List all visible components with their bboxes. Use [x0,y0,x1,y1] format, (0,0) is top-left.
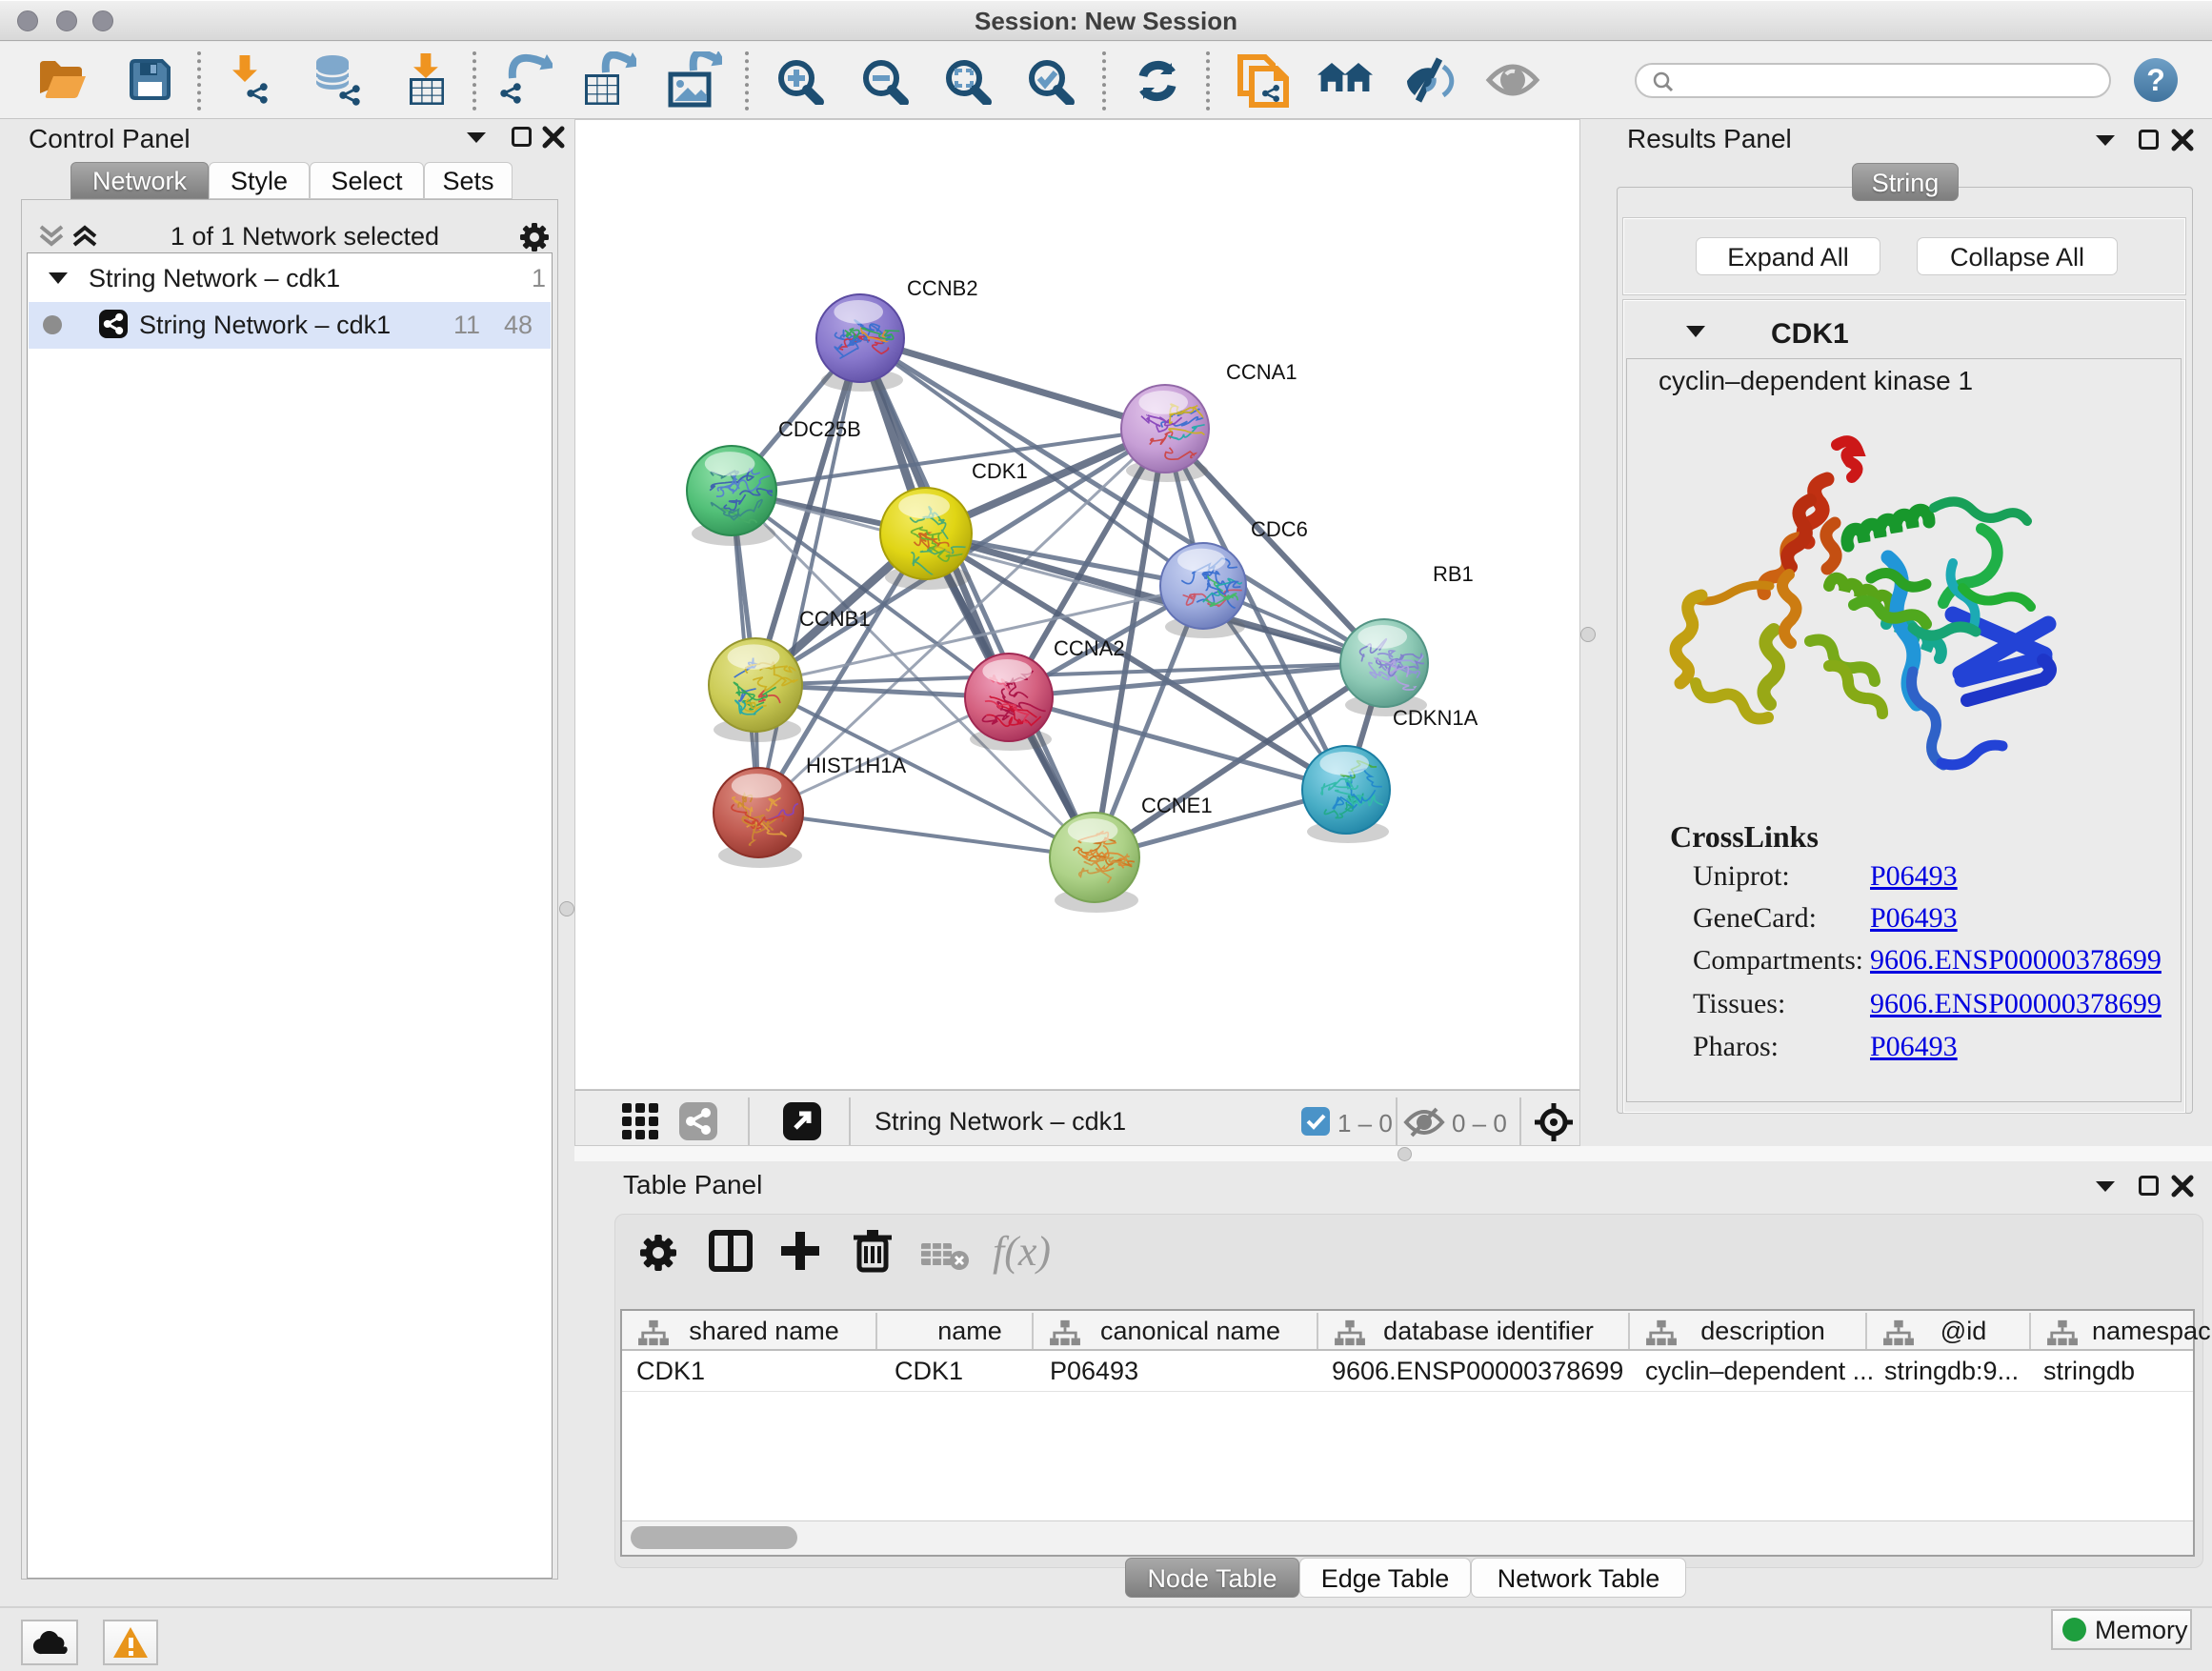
svg-text:RB1: RB1 [1433,562,1474,586]
svg-text:CDKN1A: CDKN1A [1393,706,1478,730]
svg-text:CCNA2: CCNA2 [1054,636,1125,660]
svg-text:CCNB2: CCNB2 [907,276,978,300]
svg-text:CDK1: CDK1 [972,459,1028,483]
svg-text:CCNB1: CCNB1 [799,607,871,631]
svg-text:HIST1H1A: HIST1H1A [806,754,906,777]
svg-text:CCNA1: CCNA1 [1226,360,1297,384]
svg-text:CDC6: CDC6 [1251,517,1308,541]
svg-text:CCNE1: CCNE1 [1141,794,1213,817]
svg-text:CDC25B: CDC25B [778,417,861,441]
